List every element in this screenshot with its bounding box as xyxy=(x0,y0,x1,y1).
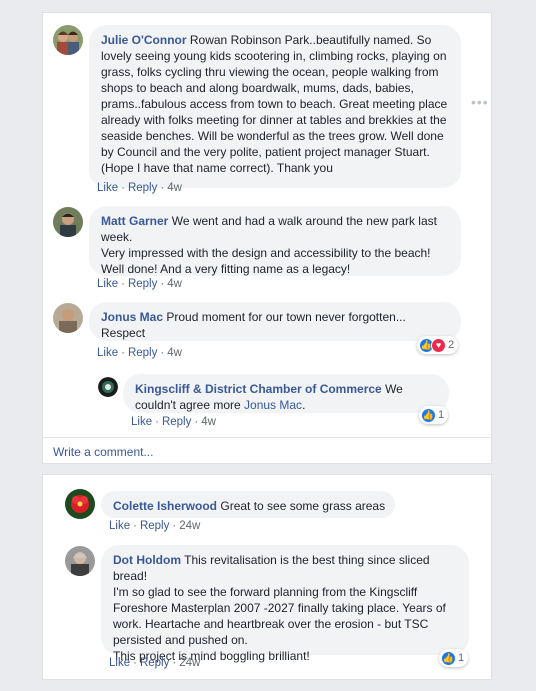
comment-text-line: Very impressed with the design and acces… xyxy=(101,246,431,276)
more-options-icon[interactable]: ••• xyxy=(471,94,489,110)
reaction-count: 1 xyxy=(458,652,465,664)
reply-mention-link[interactable]: Jonus Mac xyxy=(244,398,302,412)
love-reaction-icon: ♥ xyxy=(431,337,446,353)
avatar-jonus-mac[interactable] xyxy=(53,303,83,333)
reply-bubble: Kingscliff & District Chamber of Commerc… xyxy=(123,374,449,413)
comment-actions: Like · Reply · 4w xyxy=(97,182,182,194)
comments-card-1: Julie O'Connor Rowan Robinson Park..beau… xyxy=(42,12,492,464)
comment-author-link[interactable]: Dot Holdom xyxy=(113,553,181,567)
write-comment-input[interactable]: Write a comment... xyxy=(53,445,153,459)
like-button[interactable]: Like xyxy=(97,278,118,290)
avatar-kingscliff-chamber[interactable] xyxy=(98,377,118,397)
comment-actions: Like · Reply · 24w xyxy=(109,520,201,532)
comment-timestamp[interactable]: 4w xyxy=(167,278,182,290)
reply-author-link[interactable]: Kingscliff & District Chamber of Commerc… xyxy=(135,382,382,396)
comment-author-link[interactable]: Colette Isherwood xyxy=(113,499,217,513)
reaction-count: 2 xyxy=(448,339,455,351)
comment-bubble: Jonus Mac Proud moment for our town neve… xyxy=(89,302,461,341)
avatar-matt-garner[interactable] xyxy=(53,207,83,237)
comment-text: Great to see some grass areas xyxy=(220,499,386,513)
comment-bubble: Julie O'Connor Rowan Robinson Park..beau… xyxy=(89,25,461,188)
like-button[interactable]: Like xyxy=(97,182,118,194)
divider xyxy=(43,437,491,438)
comment-text: Rowan Robinson Park..beautifully named. … xyxy=(101,33,448,175)
comment-timestamp[interactable]: 4w xyxy=(167,182,182,194)
comment-timestamp[interactable]: 24w xyxy=(179,657,200,669)
comment-bubble: Colette Isherwood Great to see some gras… xyxy=(101,491,395,518)
like-button[interactable]: Like xyxy=(109,520,130,532)
reaction-summary[interactable]: 👍 1 xyxy=(419,406,449,424)
like-button[interactable]: Like xyxy=(109,657,130,669)
comment-author-link[interactable]: Matt Garner xyxy=(101,214,168,228)
comment-bubble: Matt Garner We went and had a walk aroun… xyxy=(89,206,461,276)
comment-actions: Like · Reply · 4w xyxy=(97,278,182,290)
reply-text-end: . xyxy=(302,398,306,412)
reply-button[interactable]: Reply xyxy=(128,182,157,194)
comment-author-link[interactable]: Julie O'Connor xyxy=(101,33,187,47)
like-button[interactable]: Like xyxy=(97,347,118,359)
reply-button[interactable]: Reply xyxy=(128,347,157,359)
comment-timestamp[interactable]: 4w xyxy=(167,347,182,359)
comments-card-2: Colette Isherwood Great to see some gras… xyxy=(42,474,492,680)
reply-button[interactable]: Reply xyxy=(162,416,191,428)
reaction-summary[interactable]: 👍 ♥ 2 xyxy=(417,336,459,354)
like-reaction-icon: 👍 xyxy=(421,407,436,423)
avatar-colette-isherwood[interactable] xyxy=(65,489,95,519)
reply-button[interactable]: Reply xyxy=(140,520,169,532)
like-button[interactable]: Like xyxy=(131,416,152,428)
reply-actions: Like · Reply · 4w xyxy=(131,416,216,428)
avatar-julie-oconnor[interactable] xyxy=(53,25,83,55)
reply-button[interactable]: Reply xyxy=(140,657,169,669)
comment-text-line: I'm so glad to see the forward planning … xyxy=(113,585,446,647)
like-reaction-icon: 👍 xyxy=(441,650,456,666)
reply-button[interactable]: Reply xyxy=(128,278,157,290)
comment-actions: Like · Reply · 4w xyxy=(97,347,182,359)
reaction-summary[interactable]: 👍 1 xyxy=(439,649,469,667)
avatar-dot-holdom[interactable] xyxy=(65,546,95,576)
reply-timestamp[interactable]: 4w xyxy=(201,416,216,428)
reaction-count: 1 xyxy=(438,409,445,421)
comment-actions: Like · Reply · 24w xyxy=(109,657,201,669)
comment-author-link[interactable]: Jonus Mac xyxy=(101,310,163,324)
comment-bubble: Dot Holdom This revitalisation is the be… xyxy=(101,545,469,663)
comment-timestamp[interactable]: 24w xyxy=(179,520,200,532)
